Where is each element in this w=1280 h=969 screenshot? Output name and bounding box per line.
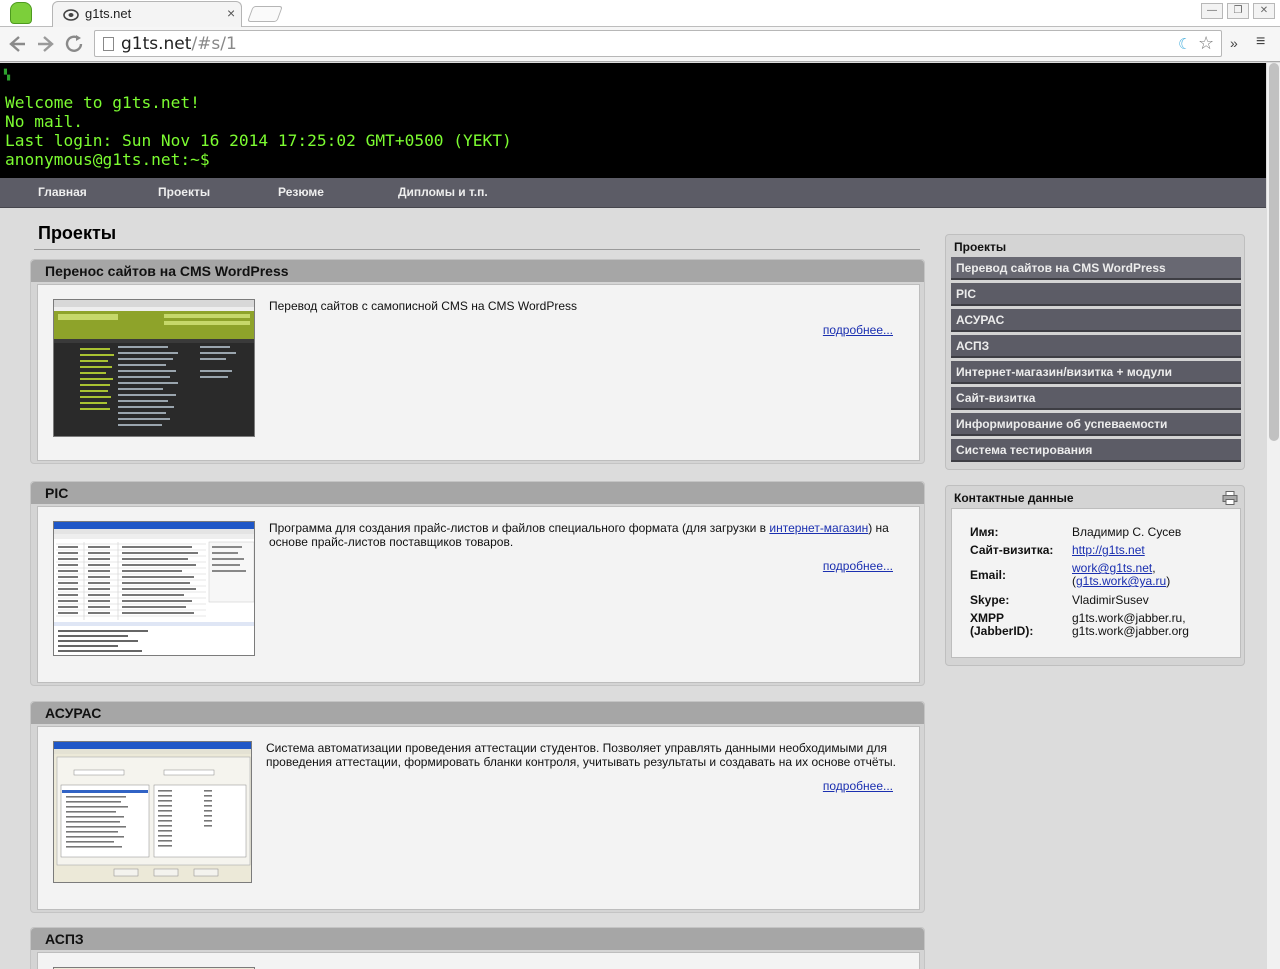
- page-icon: [103, 37, 114, 51]
- sidebar-item-pic[interactable]: PIC: [951, 283, 1241, 306]
- project-card-header: PIC: [31, 482, 924, 504]
- contact-skype-value: VladimirSusev: [1072, 593, 1149, 607]
- browser-tab[interactable]: g1ts.net ×: [52, 1, 242, 28]
- project-card: АСПЗ: [30, 927, 925, 969]
- page-title: Проекты: [38, 223, 117, 243]
- nav-item-home[interactable]: Главная: [38, 185, 87, 199]
- contact-name-value: Владимир С. Сусев: [1072, 525, 1182, 539]
- nav-item-diplomas[interactable]: Дипломы и т.п.: [398, 185, 488, 199]
- terminal-line: Welcome to g1ts.net!: [5, 93, 200, 112]
- online-shop-link[interactable]: интернет-магазин: [769, 521, 868, 535]
- contact-email-label: Email:: [970, 568, 1007, 582]
- favicon-icon: [63, 9, 79, 21]
- extension-icon[interactable]: ☾: [1178, 35, 1191, 53]
- app-icon[interactable]: [10, 2, 32, 24]
- contact-email-link[interactable]: work@g1ts.net: [1072, 561, 1152, 575]
- terminal-header: ▚ Welcome to g1ts.net! No mail. Last log…: [0, 63, 1266, 178]
- tab-strip: g1ts.net × — ❐ ✕: [0, 0, 1280, 28]
- url-text[interactable]: g1ts.net/#s/1: [121, 34, 237, 54]
- project-description: Программа для создания прайс-листов и фа…: [269, 521, 889, 549]
- project-card-body: Перевод сайтов с самописной CMS на CMS W…: [37, 284, 920, 461]
- sidebar-item-business-card[interactable]: Сайт-визитка: [951, 387, 1241, 410]
- project-thumbnail[interactable]: [53, 741, 252, 883]
- contact-site-value: http://g1ts.net: [1072, 544, 1145, 557]
- terminal-line: No mail.: [5, 112, 83, 131]
- project-thumbnail[interactable]: [53, 521, 255, 656]
- contact-site-link[interactable]: http://g1ts.net: [1072, 543, 1145, 557]
- star-icon[interactable]: ☆: [1198, 33, 1214, 54]
- reload-icon[interactable]: [63, 33, 87, 55]
- tab-title: g1ts.net: [85, 6, 132, 21]
- tab-close-icon[interactable]: ×: [227, 5, 235, 21]
- project-card: PIC Программа для создания прайс-листов …: [30, 481, 925, 686]
- project-more-link[interactable]: подробнее...: [823, 779, 893, 793]
- project-title: PIC: [45, 485, 69, 501]
- project-card: АСУРАС Система автоматизации проведения …: [30, 701, 925, 913]
- forward-icon[interactable]: [34, 33, 58, 55]
- sidebar-item-aspz[interactable]: АСПЗ: [951, 335, 1241, 358]
- project-description: Система автоматизации проведения аттеста…: [266, 741, 896, 769]
- address-bar[interactable]: g1ts.net/#s/1 ☾ ☆: [94, 30, 1222, 57]
- heading-divider: [34, 249, 920, 250]
- project-description: Перевод сайтов с самописной CMS на CMS W…: [269, 299, 577, 313]
- sidebar-contacts: Контактные данные Имя: Владимир С. Сусев…: [945, 485, 1245, 666]
- project-more-link[interactable]: подробнее...: [823, 323, 893, 337]
- project-thumbnail[interactable]: [53, 299, 255, 437]
- new-tab-button[interactable]: [247, 6, 283, 22]
- project-card-body: [37, 952, 920, 969]
- main-nav: Главная Проекты Резюме Дипломы и т.п.: [0, 178, 1266, 208]
- sidebar-item-shop[interactable]: Интернет-магазин/визитка + модули: [951, 361, 1241, 384]
- contacts-title: Контактные данные: [954, 491, 1074, 505]
- project-card: Перенос сайтов на CMS WordPress Перевод …: [30, 259, 925, 464]
- project-card-body: Система автоматизации проведения аттеста…: [37, 726, 920, 910]
- contact-xmpp-label: XMPP (JabberID):: [970, 611, 1034, 638]
- terminal-prompt: anonymous@g1ts.net:~$: [5, 150, 210, 169]
- nav-item-resume[interactable]: Резюме: [278, 185, 324, 199]
- sidebar-item-wordpress[interactable]: Перевод сайтов на CMS WordPress: [951, 257, 1241, 280]
- project-card-header: Перенос сайтов на CMS WordPress: [31, 260, 924, 282]
- close-window-button[interactable]: ✕: [1253, 3, 1275, 19]
- browser-toolbar: g1ts.net/#s/1 ☾ ☆ » ≡: [0, 27, 1280, 62]
- restore-button[interactable]: ❐: [1227, 3, 1249, 19]
- contact-email-value: work@g1ts.net, (g1ts.work@ya.ru): [1072, 561, 1171, 588]
- contacts-table: Имя: Владимир С. Сусев Сайт-визитка: htt…: [951, 508, 1241, 658]
- sidebar-item-grades[interactable]: Информирование об успеваемости: [951, 413, 1241, 436]
- contact-site-label: Сайт-визитка:: [970, 543, 1054, 557]
- sidebar-projects-title: Проекты: [954, 240, 1007, 254]
- contact-skype-label: Skype:: [970, 593, 1010, 607]
- contact-name-label: Имя:: [970, 525, 999, 539]
- project-title: АСУРАС: [45, 705, 102, 721]
- contact-email-2-link[interactable]: g1ts.work@ya.ru: [1076, 574, 1166, 588]
- back-icon[interactable]: [5, 33, 29, 55]
- page-scrollbar[interactable]: [1266, 63, 1280, 969]
- project-title: Перенос сайтов на CMS WordPress: [45, 263, 289, 279]
- sidebar-item-asuras[interactable]: АСУРАС: [951, 309, 1241, 332]
- project-card-header: АСПЗ: [31, 928, 924, 950]
- page-viewport: ▚ Welcome to g1ts.net! No mail. Last log…: [0, 63, 1266, 969]
- sidebar-item-testing[interactable]: Система тестирования: [951, 439, 1241, 462]
- project-more-link[interactable]: подробнее...: [823, 559, 893, 573]
- contact-xmpp-value: g1ts.work@jabber.ru, g1ts.work@jabber.org: [1072, 611, 1189, 638]
- menu-icon[interactable]: ≡: [1256, 33, 1265, 51]
- sidebar-projects: Проекты Перевод сайтов на CMS WordPress …: [945, 234, 1245, 470]
- project-card-body: Программа для создания прайс-листов и фа…: [37, 506, 920, 683]
- terminal-cursor-icon: ▚: [4, 70, 11, 81]
- scrollbar-thumb[interactable]: [1269, 63, 1279, 441]
- project-title: АСПЗ: [45, 931, 84, 947]
- project-card-header: АСУРАС: [31, 702, 924, 724]
- terminal-line: Last login: Sun Nov 16 2014 17:25:02 GMT…: [5, 131, 512, 150]
- nav-item-projects[interactable]: Проекты: [158, 185, 210, 199]
- print-icon[interactable]: [1222, 491, 1238, 505]
- minimize-button[interactable]: —: [1201, 3, 1223, 19]
- more-extensions-button[interactable]: »: [1230, 35, 1238, 51]
